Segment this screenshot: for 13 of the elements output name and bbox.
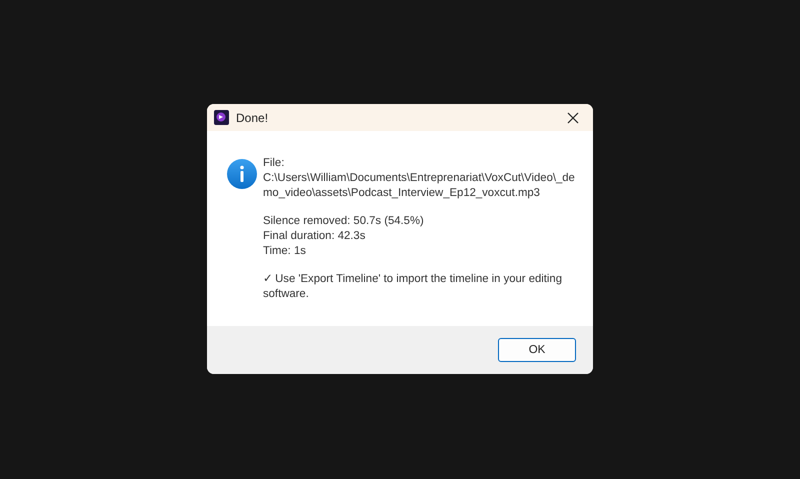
message-text: File:	[263, 156, 286, 171]
ok-button[interactable]: OK	[498, 338, 576, 362]
message-text: software.	[263, 287, 310, 302]
window-title: Done!	[236, 110, 270, 124]
message-text: C:\Users\William\Documents\Entreprenariat\VoxCut\Video\_de	[263, 171, 575, 186]
message-text: Silence removed: 50.7s (54.5%)	[263, 214, 425, 229]
message-text: mo_video\assets\Podcast_Interview_Ep12_voxcut.mp3	[263, 186, 541, 201]
message-text: Final duration: 42.3s	[263, 229, 366, 244]
info-icon	[227, 159, 257, 189]
message-text: Time: 1s	[263, 244, 307, 259]
app-icon	[214, 110, 229, 125]
close-icon	[567, 112, 579, 124]
message-text: ✓ Use 'Export Timeline' to import the timeline in your editing	[263, 272, 564, 287]
